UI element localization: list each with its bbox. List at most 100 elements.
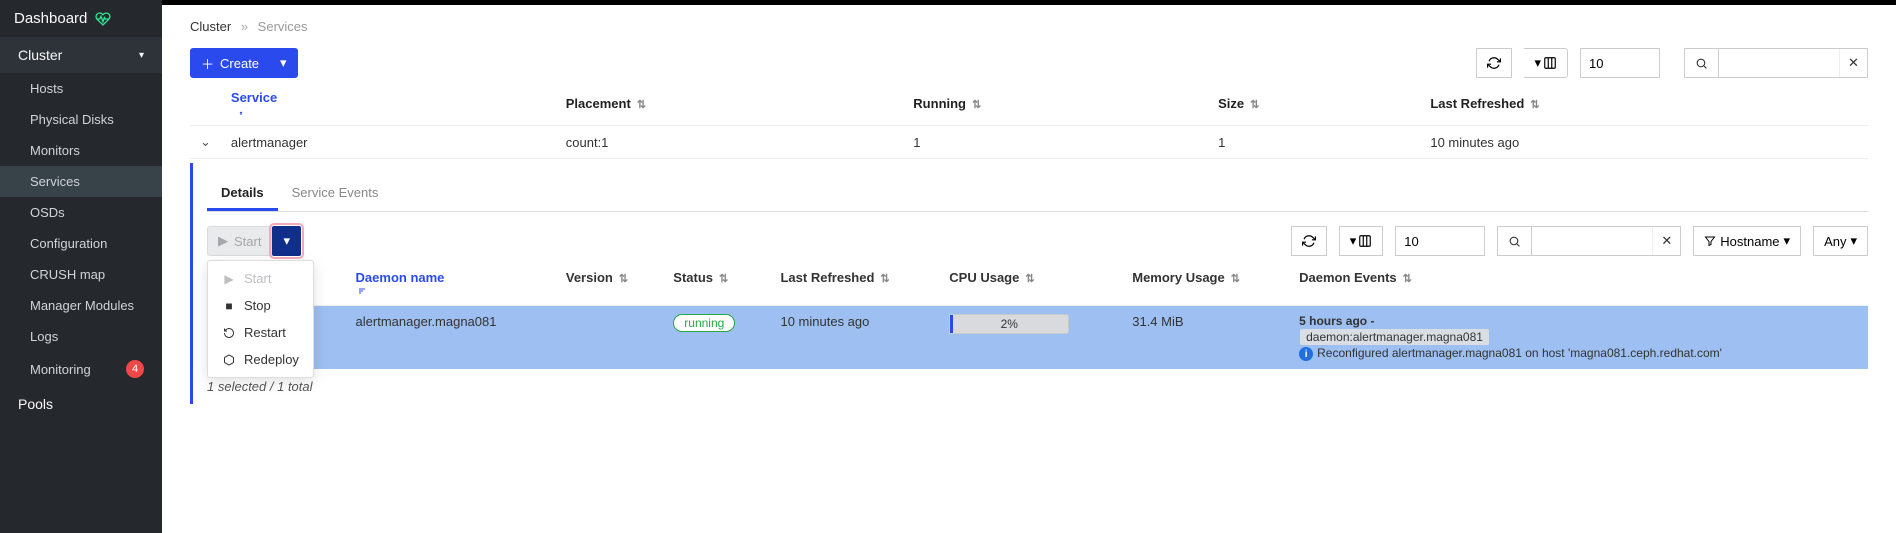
- row-expander[interactable]: ⌄: [200, 134, 211, 149]
- sidebar: Dashboard Cluster ▾ Hosts Physical Disks…: [0, 0, 162, 533]
- sidebar-item-monitors[interactable]: Monitors: [0, 135, 162, 166]
- inner-refresh-button[interactable]: [1291, 226, 1327, 256]
- refresh-button[interactable]: [1476, 48, 1512, 78]
- sidebar-item-logs[interactable]: Logs: [0, 321, 162, 352]
- table-row[interactable]: magna081.cep alertmanager.magna081 runni…: [207, 306, 1868, 370]
- col-placement[interactable]: Placement⇅: [556, 82, 904, 126]
- caret-down-icon: ▾: [1850, 233, 1857, 249]
- redeploy-icon: [222, 354, 236, 366]
- filter-column-button[interactable]: Hostname ▾: [1693, 226, 1801, 256]
- search-icon: [1685, 49, 1719, 77]
- col-daemon-name[interactable]: Daemon name: [346, 262, 556, 306]
- selection-footer: 1 selected / 1 total: [207, 379, 1868, 394]
- col-status[interactable]: Status⇅: [663, 262, 770, 306]
- col-label: Size: [1218, 96, 1244, 111]
- col-version[interactable]: Version⇅: [556, 262, 663, 306]
- sort-asc-icon: [356, 285, 546, 297]
- filter-value-label: Any: [1824, 234, 1846, 249]
- menu-item-redeploy[interactable]: Redeploy: [208, 346, 313, 373]
- sidebar-item-label: Physical Disks: [30, 112, 114, 127]
- col-daemon-events[interactable]: Daemon Events⇅: [1289, 262, 1868, 306]
- brand: Dashboard: [0, 0, 162, 37]
- sort-icon: ⇅: [719, 273, 728, 285]
- cell-last-refreshed: 10 minutes ago: [770, 306, 939, 370]
- col-size[interactable]: Size⇅: [1208, 82, 1420, 126]
- col-memory[interactable]: Memory Usage⇅: [1122, 262, 1289, 306]
- sort-icon: ⇅: [972, 99, 981, 111]
- main: Cluster » Services ＋ Create ▾: [162, 0, 1896, 533]
- status-badge: running: [673, 314, 735, 332]
- sort-icon: ⇅: [880, 273, 889, 285]
- filter-label: Hostname: [1720, 234, 1779, 249]
- plus-icon: ＋: [201, 54, 214, 73]
- col-last-refreshed[interactable]: Last Refreshed⇅: [770, 262, 939, 306]
- close-icon: ✕: [1661, 233, 1672, 249]
- col-running[interactable]: Running⇅: [903, 82, 1208, 126]
- cell-last-refreshed: 10 minutes ago: [1420, 126, 1868, 159]
- menu-item-label: Start: [244, 271, 271, 286]
- col-label: Placement: [566, 96, 631, 111]
- daemons-toolbar: ▶ Start ▾ ▶ Start: [207, 226, 1868, 256]
- sidebar-item-manager-modules[interactable]: Manager Modules: [0, 290, 162, 321]
- sidebar-item-label: Logs: [30, 329, 58, 344]
- detail-tabs: Details Service Events: [207, 177, 1868, 212]
- sidebar-item-configuration[interactable]: Configuration: [0, 228, 162, 259]
- alert-badge: 4: [126, 360, 144, 378]
- tab-service-events[interactable]: Service Events: [278, 177, 393, 211]
- create-button-group: ＋ Create ▾: [190, 48, 298, 78]
- table-row[interactable]: ⌄ alertmanager count:1 1 1 10 minutes ag…: [190, 126, 1868, 159]
- tab-details[interactable]: Details: [207, 177, 278, 211]
- inner-page-size-input[interactable]: [1395, 226, 1485, 256]
- sidebar-item-physical-disks[interactable]: Physical Disks: [0, 104, 162, 135]
- inner-search-clear-button[interactable]: ✕: [1652, 227, 1680, 255]
- sidebar-item-crush-map[interactable]: CRUSH map: [0, 259, 162, 290]
- caret-down-icon: ▾: [280, 55, 287, 71]
- sort-asc-icon: [231, 105, 546, 117]
- cell-version: [556, 306, 663, 370]
- col-label: CPU Usage: [949, 270, 1019, 285]
- sidebar-item-osds[interactable]: OSDs: [0, 197, 162, 228]
- sidebar-item-label: Manager Modules: [30, 298, 134, 313]
- inner-search-input[interactable]: [1532, 227, 1652, 255]
- create-dropdown-button[interactable]: ▾: [270, 48, 298, 78]
- sidebar-item-monitoring[interactable]: Monitoring 4: [0, 352, 162, 386]
- menu-item-label: Redeploy: [244, 352, 299, 367]
- col-label: Service: [231, 90, 277, 105]
- cpu-progress: 2%: [949, 314, 1069, 334]
- tab-label: Service Events: [292, 185, 379, 200]
- sort-icon: ⇅: [1403, 273, 1412, 285]
- create-button[interactable]: ＋ Create: [190, 48, 270, 78]
- menu-item-label: Restart: [244, 325, 286, 340]
- brand-title: Dashboard: [14, 10, 87, 27]
- breadcrumb-root[interactable]: Cluster: [190, 19, 231, 34]
- columns-dropdown-button[interactable]: ▾: [1524, 48, 1568, 78]
- refresh-icon: [1302, 234, 1316, 248]
- breadcrumb: Cluster » Services: [162, 5, 1896, 48]
- caret-down-icon: ▾: [1784, 233, 1791, 249]
- sidebar-section-pools[interactable]: Pools: [0, 386, 162, 422]
- inner-columns-dropdown-button[interactable]: ▾: [1339, 226, 1384, 256]
- cell-memory: 31.4 MiB: [1122, 306, 1289, 370]
- sidebar-item-services[interactable]: Services: [0, 166, 162, 197]
- menu-item-stop[interactable]: ■ Stop: [208, 292, 313, 319]
- breadcrumb-sep-icon: »: [241, 19, 248, 34]
- caret-down-icon: ▾: [1534, 55, 1541, 71]
- play-icon: ▶: [218, 233, 228, 249]
- restart-icon: [222, 327, 236, 339]
- col-last-refreshed[interactable]: Last Refreshed⇅: [1420, 82, 1868, 126]
- filter-value-button[interactable]: Any ▾: [1813, 226, 1868, 256]
- page-size-input[interactable]: [1580, 48, 1660, 78]
- sidebar-section-cluster[interactable]: Cluster ▾: [0, 37, 162, 73]
- sidebar-item-label: Monitors: [30, 143, 80, 158]
- cpu-label: 2%: [950, 315, 1068, 333]
- search-clear-button[interactable]: ✕: [1839, 49, 1867, 77]
- sidebar-item-hosts[interactable]: Hosts: [0, 73, 162, 104]
- search-input[interactable]: [1719, 49, 1839, 77]
- event-time: 5 hours ago -: [1299, 314, 1374, 328]
- start-dropdown-button[interactable]: ▾: [272, 226, 301, 256]
- col-service[interactable]: Service: [221, 82, 556, 126]
- col-cpu[interactable]: CPU Usage⇅: [939, 262, 1122, 306]
- sidebar-item-label: CRUSH map: [30, 267, 105, 282]
- sidebar-section-label: Cluster: [18, 47, 62, 63]
- menu-item-restart[interactable]: Restart: [208, 319, 313, 346]
